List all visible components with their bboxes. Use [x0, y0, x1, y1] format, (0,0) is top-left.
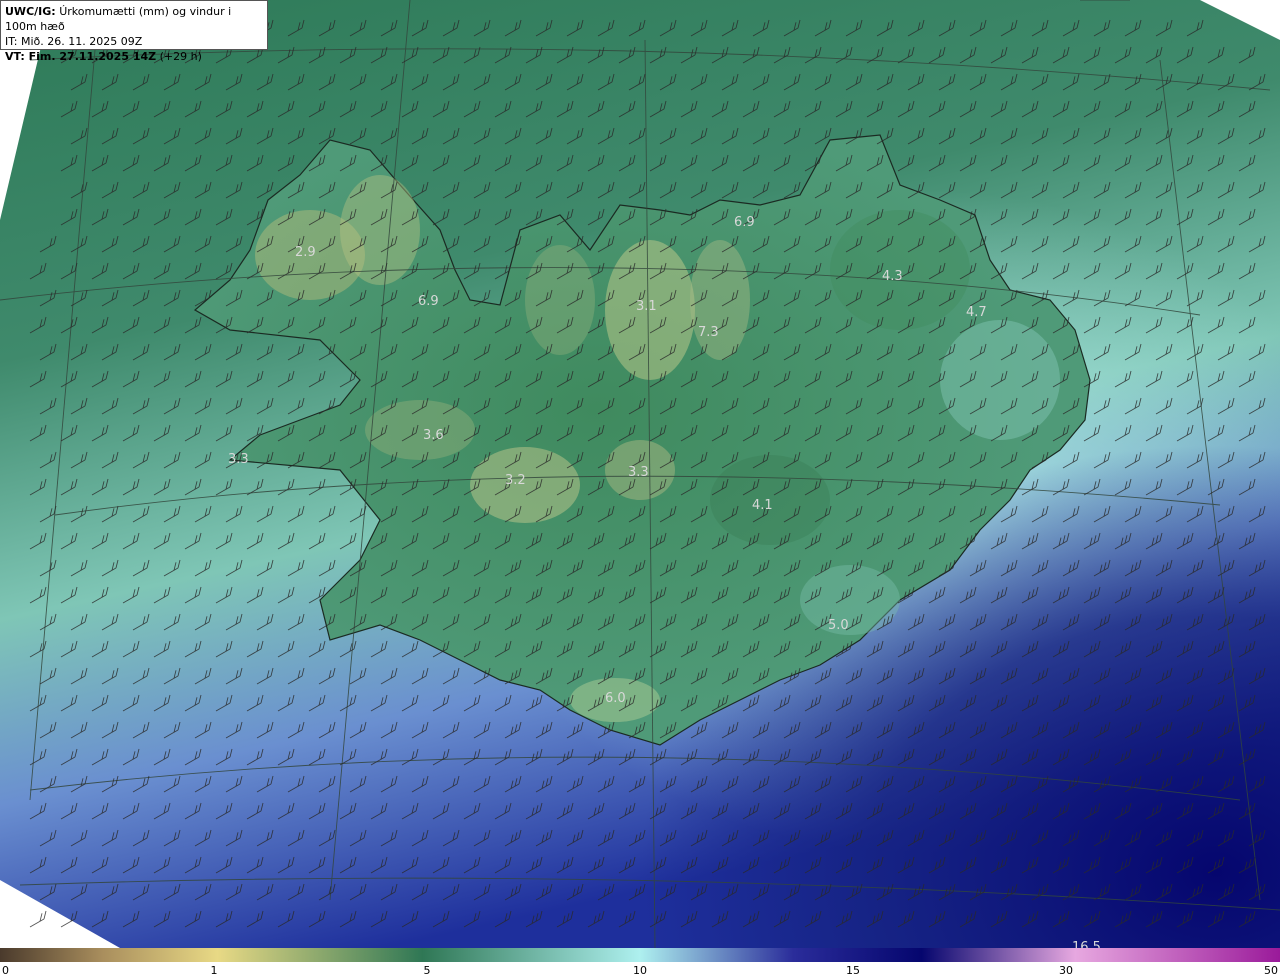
- label-ocean: 16.5: [1072, 940, 1101, 948]
- product-code: UWC/IG:: [5, 5, 56, 18]
- colorbar-tick-15: 15: [846, 964, 860, 977]
- colorbar-gradient: [0, 948, 1280, 962]
- label-westfjords: 2.9: [295, 245, 316, 260]
- title-line: UWC/IG: Úrkomumætti (mm) og vindur i 100…: [5, 4, 263, 34]
- weather-map: 2.9 6.9 3.3 3.6 3.2 3.3 3.1 7.3 6.9 4.3 …: [0, 0, 1280, 948]
- label-eyjafjord: 7.3: [698, 325, 719, 340]
- valid-time-line: VT: Fim. 27.11.2025 14Z (+29 h): [5, 49, 263, 64]
- lead-time: (+29 h): [159, 50, 202, 63]
- colorbar-tick-50: 50: [1264, 964, 1278, 977]
- label-snaefellsnes-west: 3.3: [228, 452, 249, 467]
- colorbar-tick-0: 0: [2, 964, 9, 977]
- colorbar: 0 1 5 10 15 30 50: [0, 948, 1280, 978]
- label-isafjord: 6.9: [418, 294, 439, 309]
- colorbar-tick-30: 30: [1059, 964, 1073, 977]
- label-north: 6.9: [734, 215, 755, 230]
- label-trollaskagi: 3.1: [636, 299, 657, 314]
- colorbar-tick-10: 10: [633, 964, 647, 977]
- label-snaefellsnes: 3.6: [423, 428, 444, 443]
- valid-time: VT: Fim. 27.11.2025 14Z: [5, 50, 157, 63]
- label-vatnajokull: 4.1: [752, 498, 773, 513]
- map-header: UWC/IG: Úrkomumætti (mm) og vindur i 100…: [0, 0, 268, 63]
- colorbar-tick-1: 1: [210, 964, 218, 977]
- label-east: 4.7: [966, 305, 987, 320]
- label-oraefi: 5.0: [828, 618, 849, 633]
- label-borgarfjord: 3.2: [505, 473, 526, 488]
- init-time: IT: Mið. 26. 11. 2025 09Z: [5, 35, 143, 48]
- label-langjokull: 3.3: [628, 465, 649, 480]
- colorbar-tick-5: 5: [423, 964, 431, 977]
- label-myrdal: 6.0: [605, 691, 626, 706]
- label-northeast: 4.3: [882, 269, 903, 284]
